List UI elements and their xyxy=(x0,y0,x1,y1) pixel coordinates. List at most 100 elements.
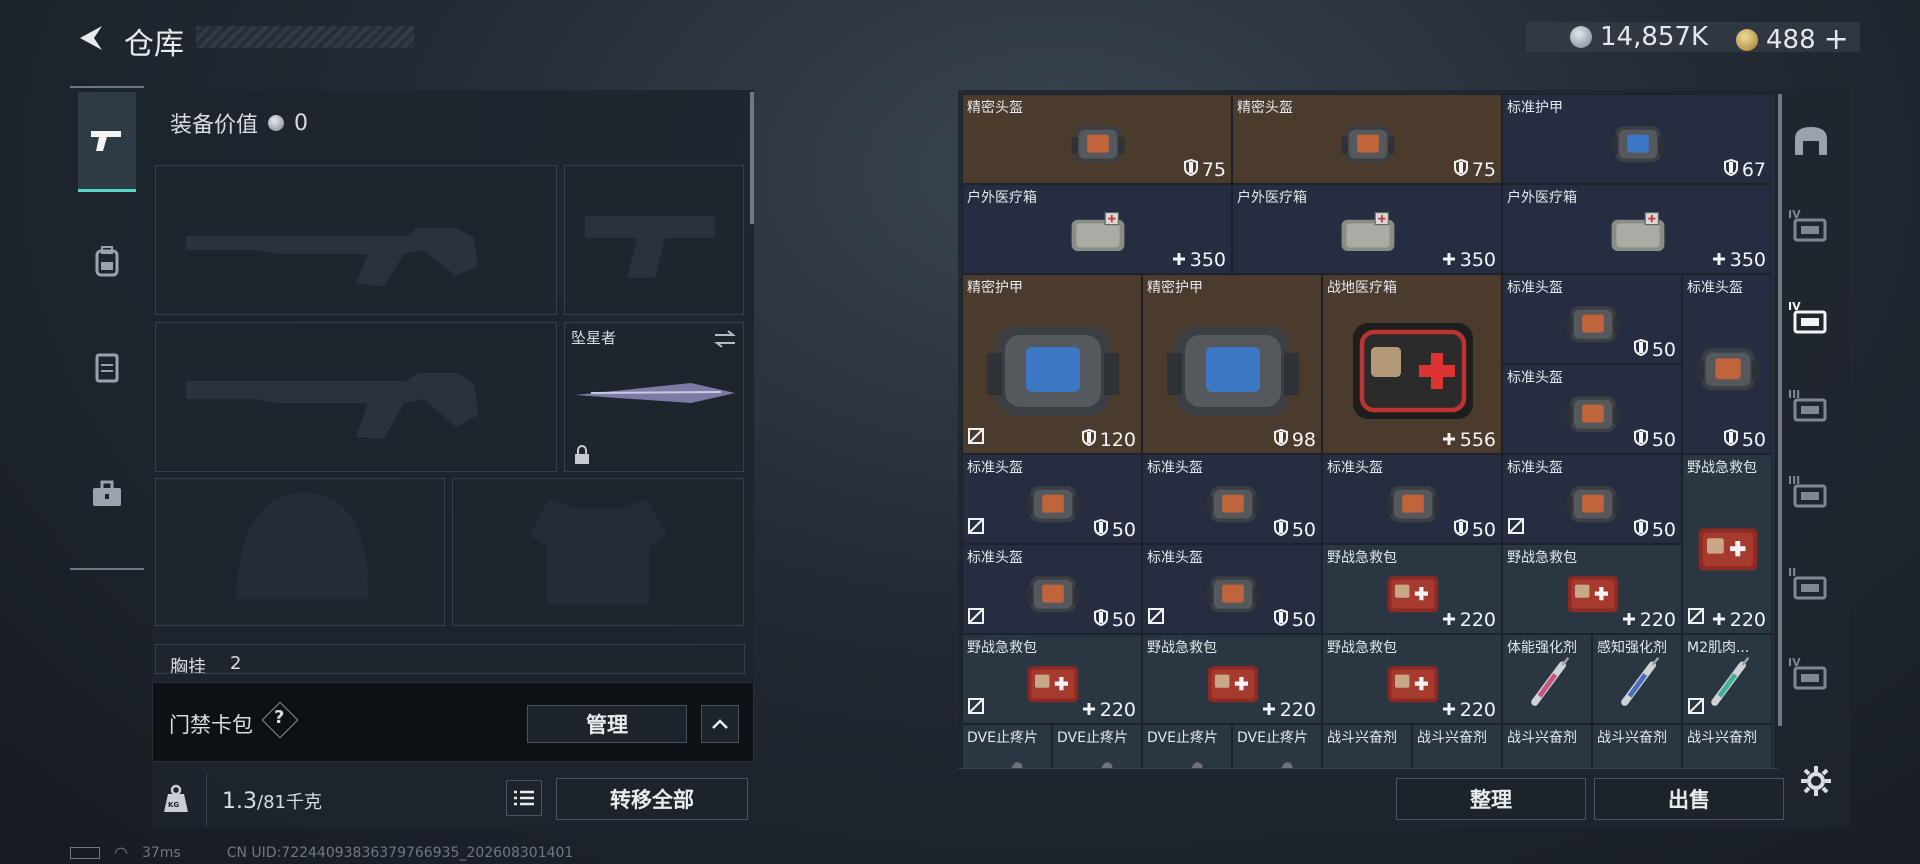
stash-item[interactable]: 野战急救包 220 xyxy=(962,634,1142,724)
help-icon[interactable]: ? xyxy=(274,707,284,728)
item-name: 标准头盔 xyxy=(1327,460,1383,476)
stash-item[interactable]: 精密护甲 120 xyxy=(962,274,1142,454)
side-tab[interactable]: IV xyxy=(1788,300,1834,346)
stash-item[interactable]: 野战急救包 220 xyxy=(1682,454,1772,634)
item-value: 50 xyxy=(1291,519,1316,541)
collapse-button[interactable] xyxy=(701,705,739,743)
stash-item[interactable]: 标准头盔 50 xyxy=(1682,274,1772,454)
plus-icon xyxy=(1622,609,1636,631)
organize-button[interactable]: 整理 xyxy=(1396,778,1586,820)
sell-button[interactable]: 出售 xyxy=(1594,778,1784,820)
side-tab-tier: IV xyxy=(1788,208,1801,221)
side-tab[interactable]: II xyxy=(1788,566,1834,612)
stash-item[interactable]: 精密头盔 75 xyxy=(962,94,1232,184)
secondary-weapon-slot[interactable] xyxy=(155,322,557,472)
stash-item[interactable]: 精密护甲 98 xyxy=(1142,274,1322,454)
chest-rig-row[interactable]: 胸挂 2 xyxy=(155,644,745,674)
stash-item[interactable]: 野战急救包 220 xyxy=(1322,634,1502,724)
item-durability: 50 xyxy=(1633,518,1676,541)
stash-item[interactable]: 野战急救包 220 xyxy=(1322,544,1502,634)
stash-item[interactable]: 标准头盔 50 xyxy=(1142,544,1322,634)
shield-icon xyxy=(1453,158,1468,181)
stash-item[interactable]: 标准头盔 50 xyxy=(1142,454,1322,544)
melee-slot[interactable]: 坠星者 xyxy=(564,322,744,472)
item-durability: 50 xyxy=(1093,518,1136,541)
equipment-tabs xyxy=(70,86,144,570)
tab-chest-rig[interactable] xyxy=(78,318,136,418)
rifle-silhouette-icon xyxy=(186,228,478,286)
item-name: 精密头盔 xyxy=(1237,100,1293,116)
stash-item[interactable]: 野战急救包 220 xyxy=(1502,544,1682,634)
side-tab[interactable]: III xyxy=(1788,474,1834,520)
stash-item[interactable]: 标准头盔 50 xyxy=(1502,364,1682,454)
page-title: 仓库 xyxy=(124,27,184,62)
stash-item[interactable]: 标准头盔 50 xyxy=(962,454,1142,544)
item-value: 98 xyxy=(1291,429,1316,451)
item-durability: 75 xyxy=(1183,158,1226,181)
add-currency-button[interactable]: + xyxy=(1824,22,1849,57)
unbound-icon xyxy=(968,428,984,448)
stash-item[interactable]: 标准头盔 50 xyxy=(962,544,1142,634)
stash-scrollbar[interactable] xyxy=(1778,94,1782,726)
item-value: 50 xyxy=(1651,429,1676,451)
stash-item[interactable]: 精密头盔 75 xyxy=(1232,94,1502,184)
stash-item[interactable]: 战斗兴奋剂 xyxy=(1682,724,1772,768)
loadout-scrollbar[interactable] xyxy=(750,92,754,224)
item-value: 50 xyxy=(1651,519,1676,541)
melee-name: 坠星者 xyxy=(571,329,617,347)
stash-item[interactable]: 感知强化剂 xyxy=(1592,634,1682,724)
side-tab[interactable]: IV xyxy=(1788,656,1834,702)
tab-toolbox[interactable] xyxy=(78,444,136,544)
pistol-slot[interactable] xyxy=(564,165,744,315)
list-view-button[interactable] xyxy=(506,780,542,816)
shield-icon xyxy=(1633,338,1648,361)
stash-item[interactable]: 战斗兴奋剂 xyxy=(1322,724,1412,768)
stash-item[interactable]: 标准护甲 67 xyxy=(1502,94,1772,184)
tab-backpack[interactable] xyxy=(78,212,136,312)
item-image xyxy=(1071,212,1125,251)
side-tab-tier: IV xyxy=(1788,300,1801,313)
stash-item[interactable]: 户外医疗箱 350 xyxy=(1232,184,1502,274)
tab-weapons[interactable] xyxy=(78,92,136,192)
rifle-silhouette-icon xyxy=(186,373,478,439)
weight-icon xyxy=(164,784,188,812)
stash-item[interactable]: 户外医疗箱 350 xyxy=(962,184,1232,274)
stash-item[interactable]: 战斗兴奋剂 xyxy=(1502,724,1592,768)
stash-item[interactable]: 体能强化剂 xyxy=(1502,634,1592,724)
stash-item[interactable]: M2肌肉... xyxy=(1682,634,1772,724)
stash-item[interactable]: 战地医疗箱 556 xyxy=(1322,274,1502,454)
settings-gear-icon[interactable] xyxy=(1799,764,1833,798)
side-tab[interactable] xyxy=(1788,120,1834,166)
stash-item[interactable]: 标准头盔 50 xyxy=(1322,454,1502,544)
stash-item[interactable]: 战斗兴奋剂 xyxy=(1412,724,1502,768)
item-durability: 350 xyxy=(1712,249,1766,271)
item-name: 标准头盔 xyxy=(1507,280,1563,296)
stash-item[interactable]: DVE止疼片 xyxy=(1052,724,1142,768)
side-tab[interactable]: IV xyxy=(1788,208,1834,254)
lock-icon xyxy=(575,445,589,464)
helmet-slot[interactable] xyxy=(155,478,445,626)
swap-icon[interactable] xyxy=(713,329,737,349)
transfer-all-button[interactable]: 转移全部 xyxy=(556,778,748,820)
stash-item[interactable]: DVE止疼片 xyxy=(1232,724,1322,768)
stash-item[interactable]: 野战急救包 220 xyxy=(1142,634,1322,724)
side-tab-tier: II xyxy=(1788,566,1797,579)
manage-button[interactable]: 管理 xyxy=(527,705,687,743)
stash-item[interactable]: 户外医疗箱 350 xyxy=(1502,184,1772,274)
side-tab[interactable]: III xyxy=(1788,388,1834,434)
stash-item[interactable]: DVE止疼片 xyxy=(1142,724,1232,768)
stash-item[interactable]: 标准头盔 50 xyxy=(1502,274,1682,364)
item-image xyxy=(1071,126,1125,163)
gold-currency[interactable]: 488 + xyxy=(1736,22,1849,57)
stash-item[interactable]: 战斗兴奋剂 xyxy=(1592,724,1682,768)
item-image xyxy=(1341,212,1395,251)
stash-item[interactable]: 标准头盔 50 xyxy=(1502,454,1682,544)
unbound-icon xyxy=(1148,608,1164,628)
armor-slot[interactable] xyxy=(452,478,744,626)
gold-coin-icon xyxy=(1736,28,1758,51)
primary-weapon-slot[interactable] xyxy=(155,165,557,315)
stash-item[interactable]: DVE止疼片 xyxy=(962,724,1052,768)
item-image xyxy=(1353,323,1473,419)
back-arrow-icon[interactable] xyxy=(72,20,108,56)
item-image xyxy=(1621,657,1660,706)
